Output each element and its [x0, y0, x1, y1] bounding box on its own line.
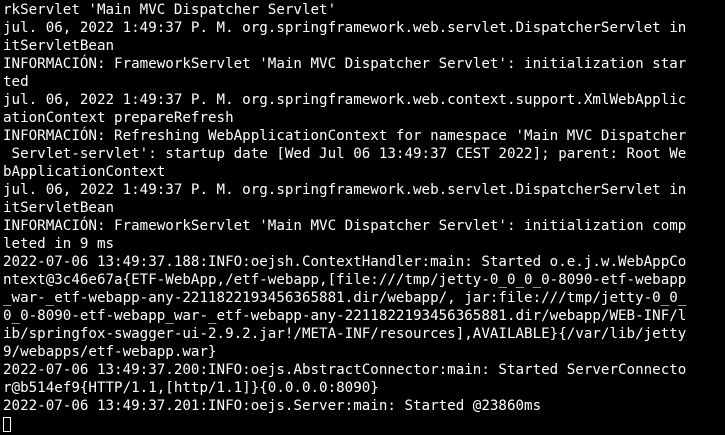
text-cursor [3, 417, 11, 432]
terminal-window[interactable]: rkServlet 'Main MVC Dispatcher Servlet' … [0, 0, 725, 435]
terminal-line: INFORMACIÓN: FrameworkServlet 'Main MVC … [3, 56, 687, 72]
terminal-line: jul. 06, 2022 1:49:37 P. M. org.springfr… [3, 182, 687, 198]
terminal-line: Servlet-servlet': startup date [Wed Jul … [3, 146, 687, 162]
terminal-line: INFORMACIÓN: Refreshing WebApplicationCo… [3, 128, 687, 144]
terminal-line: 2022-07-06 13:49:37.188:INFO:oejsh.Conte… [3, 254, 687, 270]
terminal-line: bApplicationContext [3, 164, 166, 180]
terminal-line: ntext@3c46e67a{ETF-WebApp,/etf-webapp,[f… [3, 272, 687, 288]
terminal-output: rkServlet 'Main MVC Dispatcher Servlet' … [3, 1, 723, 433]
terminal-line: 2022-07-06 13:49:37.201:INFO:oejs.Server… [3, 398, 542, 414]
terminal-line: 2022-07-06 13:49:37.200:INFO:oejs.Abstra… [3, 362, 687, 378]
terminal-line: 9/webapps/etf-webapp.war} [3, 344, 217, 360]
terminal-line: _war-_etf-webapp-any-2211822193456365881… [3, 290, 687, 306]
terminal-line: rkServlet 'Main MVC Dispatcher Servlet' [3, 2, 337, 18]
terminal-line: jul. 06, 2022 1:49:37 P. M. org.springfr… [3, 20, 687, 36]
terminal-line: INFORMACIÓN: FrameworkServlet 'Main MVC … [3, 218, 687, 234]
terminal-line: itServletBean [3, 38, 115, 54]
terminal-line: ationContext prepareRefresh [3, 110, 234, 126]
terminal-line: ib/springfox-swagger-ui-2.9.2.jar!/META-… [3, 326, 687, 342]
terminal-line: 0_0-8090-etf-webapp_war-_etf-webapp-any-… [3, 308, 687, 324]
terminal-line: r@b514ef9{HTTP/1.1,[http/1.1]}{0.0.0.0:8… [3, 380, 379, 396]
terminal-line: jul. 06, 2022 1:49:37 P. M. org.springfr… [3, 92, 687, 108]
terminal-prompt-line[interactable] [3, 415, 723, 433]
terminal-line: itServletBean [3, 200, 115, 216]
terminal-line: ted [3, 74, 29, 90]
terminal-line: leted in 9 ms [3, 236, 115, 252]
